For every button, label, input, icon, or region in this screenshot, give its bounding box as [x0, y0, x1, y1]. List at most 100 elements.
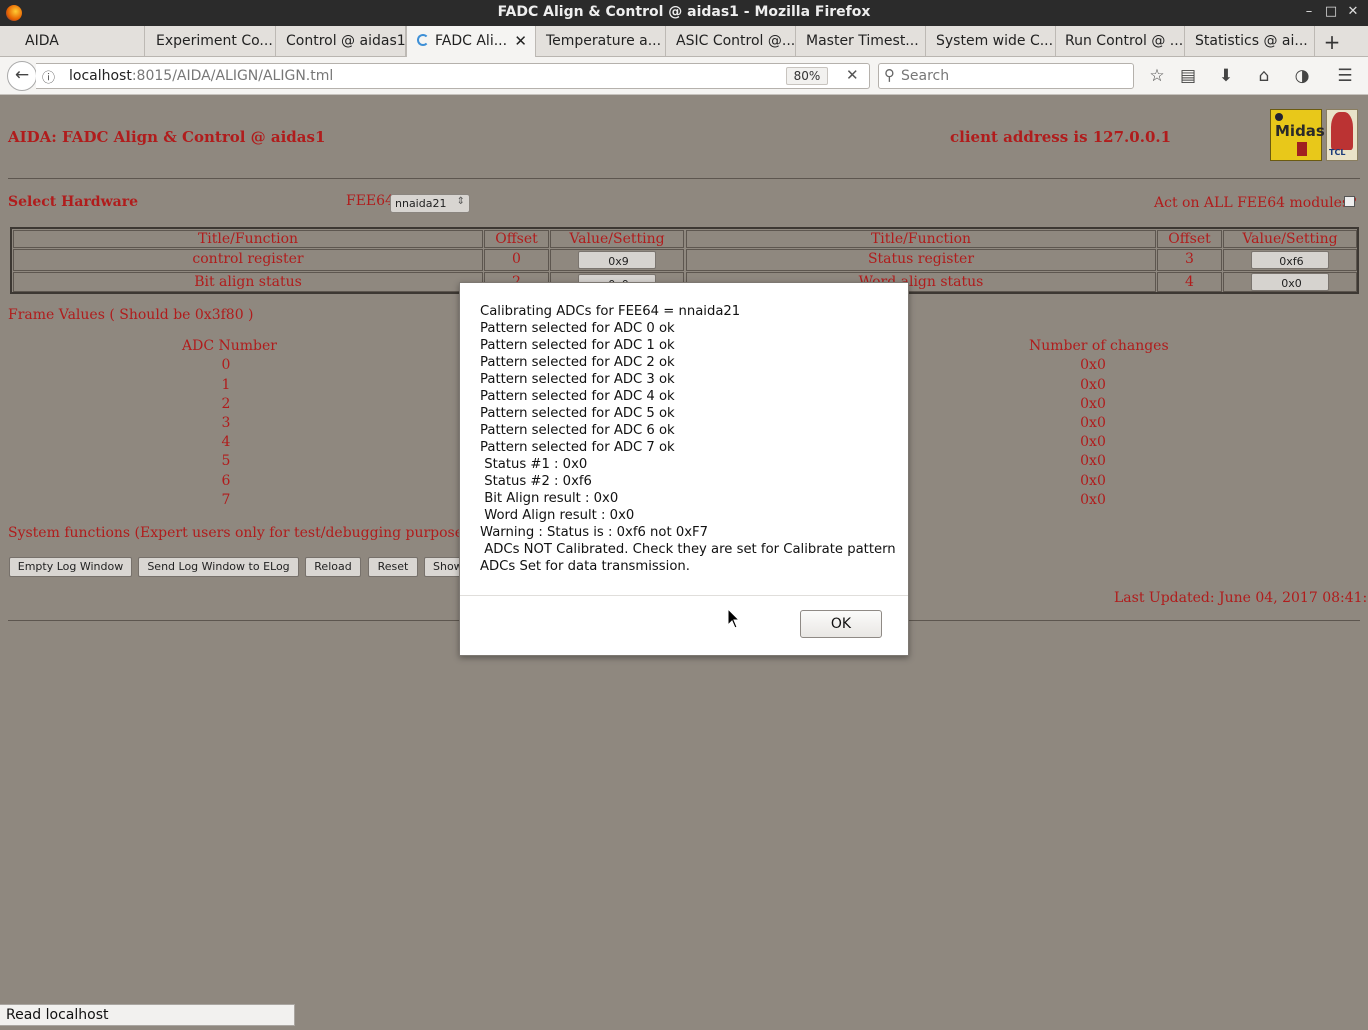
- url-path: :8015/AIDA/ALIGN/ALIGN.tml: [131, 68, 334, 84]
- tab-label: Run Control @ ...: [1065, 33, 1184, 49]
- url-bar[interactable]: ⓘ localhost:8015/AIDA/ALIGN/ALIGN.tml 80…: [36, 63, 870, 89]
- maximize-icon[interactable]: □: [1322, 4, 1340, 19]
- change-count: 0x0: [1080, 453, 1106, 469]
- control-register-input[interactable]: 0x9: [578, 251, 656, 269]
- col-value-right: Value/Setting: [1223, 230, 1357, 248]
- adc-number: 5: [221, 453, 231, 469]
- tab-run-control[interactable]: Run Control @ ...: [1055, 26, 1185, 56]
- client-address: client address is 127.0.0.1: [950, 128, 1172, 146]
- col-offset-left: Offset: [484, 230, 549, 248]
- tab-experiment-control[interactable]: Experiment Co...: [146, 26, 276, 56]
- reset-button[interactable]: Reset: [368, 557, 418, 577]
- tab-temperature[interactable]: Temperature a...: [536, 26, 666, 56]
- tab-control[interactable]: Control @ aidas1: [276, 26, 406, 56]
- close-tab-icon[interactable]: ✕: [514, 32, 527, 50]
- search-input[interactable]: [901, 67, 1121, 85]
- new-tab-icon[interactable]: +: [1320, 30, 1344, 54]
- tab-label: Temperature a...: [546, 33, 662, 49]
- close-window-icon[interactable]: ✕: [1344, 4, 1362, 19]
- status-bar: Read localhost: [0, 1004, 295, 1026]
- minimize-icon[interactable]: –: [1300, 4, 1318, 19]
- bookmark-star-icon[interactable]: ☆: [1146, 66, 1168, 86]
- send-log-to-elog-button[interactable]: Send Log Window to ELog: [138, 557, 299, 577]
- adc-number: 4: [221, 434, 231, 450]
- col-value-left: Value/Setting: [550, 230, 684, 248]
- adc-number: 2: [221, 396, 231, 412]
- change-count: 0x0: [1080, 377, 1106, 393]
- url-host: localhost: [69, 68, 132, 84]
- fee64-selected-value: nnaida21: [395, 197, 447, 210]
- pocket-icon[interactable]: ◑: [1291, 66, 1313, 86]
- dialog-line: Warning : Status is : 0xf6 not 0xF7: [480, 525, 708, 540]
- menu-icon[interactable]: ☰: [1334, 66, 1356, 86]
- change-count: 0x0: [1080, 434, 1106, 450]
- tab-label: Master Timest...: [806, 33, 919, 49]
- dialog-line: Word Align result : 0x0: [480, 508, 635, 523]
- dialog-line: Pattern selected for ADC 3 ok: [480, 372, 675, 387]
- empty-log-window-button[interactable]: Empty Log Window: [9, 557, 132, 577]
- adc-number: 3: [221, 415, 231, 431]
- change-count: 0x0: [1080, 473, 1106, 489]
- fee64-label: FEE64: [346, 193, 394, 209]
- tab-label: Control @ aidas1: [286, 33, 406, 49]
- register-value-cell: 0x0: [1223, 272, 1357, 292]
- col-offset-right: Offset: [1157, 230, 1222, 248]
- home-icon[interactable]: ⌂: [1253, 66, 1275, 86]
- register-name: Bit align status: [13, 272, 483, 292]
- dialog-line: Pattern selected for ADC 1 ok: [480, 338, 675, 353]
- status-register-input[interactable]: 0xf6: [1251, 251, 1329, 269]
- site-info-icon[interactable]: ⓘ: [42, 67, 55, 86]
- tab-strip: AIDA Experiment Co... Control @ aidas1 F…: [0, 26, 1368, 57]
- adc-number: 1: [221, 377, 231, 393]
- search-icon: ⚲: [884, 66, 895, 84]
- zoom-level[interactable]: 80%: [786, 67, 828, 85]
- reload-button[interactable]: Reload: [305, 557, 361, 577]
- adc-number: 6: [221, 473, 231, 489]
- register-name: control register: [13, 249, 483, 271]
- dialog-line: Status #1 : 0x0: [480, 457, 588, 472]
- chevron-updown-icon: ⇕: [456, 196, 465, 207]
- register-name: Status register: [686, 249, 1156, 271]
- stop-loading-icon[interactable]: ✕: [846, 66, 859, 84]
- divider: [8, 178, 1360, 179]
- page-title: AIDA: FADC Align & Control @ aidas1: [8, 128, 326, 146]
- tab-label: FADC Ali...: [435, 33, 508, 49]
- search-bar[interactable]: ⚲: [878, 63, 1134, 89]
- tab-master-timestamp[interactable]: Master Timest...: [796, 26, 926, 56]
- select-hardware-label: Select Hardware: [8, 194, 138, 210]
- adc-number-header: ADC Number: [182, 338, 277, 354]
- tab-system-wide[interactable]: System wide C...: [926, 26, 1056, 56]
- tab-aida[interactable]: AIDA: [15, 26, 145, 56]
- back-arrow-icon[interactable]: ←: [7, 61, 37, 91]
- dialog-line: Status #2 : 0xf6: [480, 474, 592, 489]
- register-offset: 3: [1157, 249, 1222, 271]
- calibration-alert-dialog: Calibrating ADCs for FEE64 = nnaida21 Pa…: [459, 282, 909, 656]
- fee64-select[interactable]: nnaida21 ⇕: [390, 194, 470, 213]
- navigation-bar: ← ⓘ localhost:8015/AIDA/ALIGN/ALIGN.tml …: [0, 57, 1368, 95]
- changes-header: Number of changes: [1029, 338, 1169, 354]
- act-all-checkbox[interactable]: [1344, 196, 1355, 207]
- tab-asic-control[interactable]: ASIC Control @...: [666, 26, 796, 56]
- last-updated: Last Updated: June 04, 2017 08:41:37: [1114, 590, 1368, 606]
- word-align-status-input[interactable]: 0x0: [1251, 273, 1329, 291]
- col-title-left: Title/Function: [13, 230, 483, 248]
- tcl-logo: TCL: [1326, 109, 1358, 161]
- adc-number: 7: [221, 492, 231, 508]
- downloads-icon[interactable]: ⬇: [1215, 66, 1237, 86]
- midas-logo: Midas: [1270, 109, 1325, 161]
- tab-label: ASIC Control @...: [676, 33, 796, 49]
- frame-values-label: Frame Values ( Should be 0x3f80 ): [8, 307, 254, 323]
- window-title: FADC Align & Control @ aidas1 - Mozilla …: [497, 4, 871, 20]
- ok-button[interactable]: OK: [800, 610, 882, 638]
- dialog-line: ADCs Set for data transmission.: [480, 559, 690, 574]
- col-title-right: Title/Function: [686, 230, 1156, 248]
- tab-label: Experiment Co...: [156, 33, 273, 49]
- reading-list-icon[interactable]: ▤: [1177, 66, 1199, 86]
- register-offset: 0: [484, 249, 549, 271]
- tab-statistics[interactable]: Statistics @ ai...: [1185, 26, 1315, 56]
- tab-fadc-align[interactable]: FADC Ali... ✕: [406, 26, 536, 57]
- dialog-message: Calibrating ADCs for FEE64 = nnaida21 Pa…: [480, 303, 900, 575]
- dialog-line: Pattern selected for ADC 7 ok: [480, 440, 675, 455]
- register-offset: 4: [1157, 272, 1222, 292]
- dialog-line: Bit Align result : 0x0: [480, 491, 619, 506]
